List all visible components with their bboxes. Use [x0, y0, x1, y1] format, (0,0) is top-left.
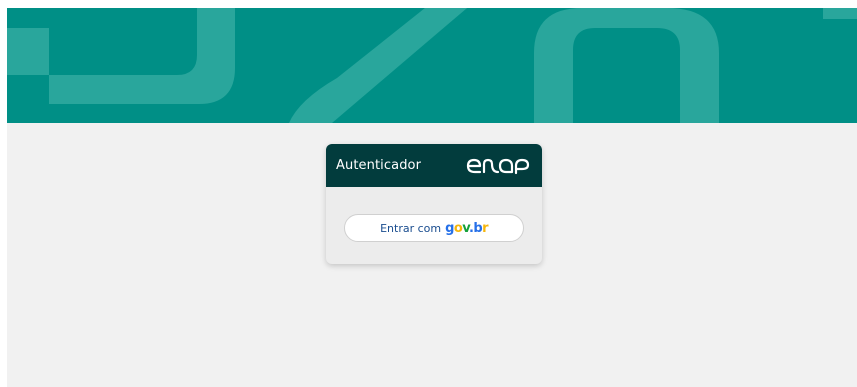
enap-logo-icon	[466, 158, 530, 174]
card-body: Entrar com gov.br	[326, 187, 542, 264]
header-banner	[7, 8, 857, 123]
authenticator-card: Autenticador Entrar com gov.br	[326, 144, 542, 264]
govbr-login-button[interactable]: Entrar com gov.br	[344, 214, 524, 242]
banner-decoration-icon	[7, 8, 857, 123]
login-button-label: Entrar com	[380, 221, 442, 235]
card-header: Autenticador	[326, 144, 542, 187]
page-frame: Autenticador Entrar com gov.br	[7, 8, 857, 387]
govbr-logo-icon: gov.br	[445, 220, 488, 236]
card-title: Autenticador	[336, 158, 422, 173]
